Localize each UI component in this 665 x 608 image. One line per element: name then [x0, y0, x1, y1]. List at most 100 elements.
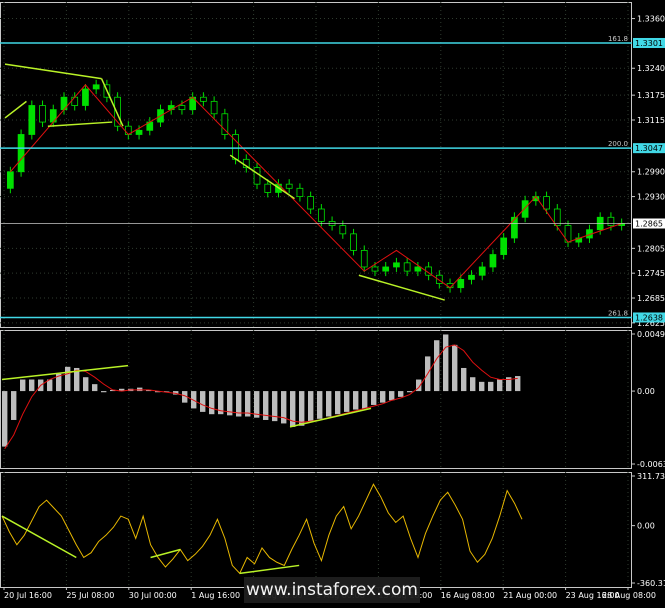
candle-body[interactable] [285, 183, 293, 189]
macd-histogram-bar [83, 377, 89, 392]
candle-body[interactable] [135, 129, 143, 135]
candle-body[interactable] [210, 100, 218, 115]
macd-tick-label: 0.00 [637, 387, 655, 396]
price-tick-label: 1.3360 [637, 15, 665, 24]
macd-histogram-bar [407, 391, 413, 393]
macd-tick-label: -0.00631 [637, 460, 665, 469]
macd-histogram-bar [20, 379, 26, 392]
macd-histogram-bar [65, 366, 71, 392]
price-tick-label: 1.2685 [637, 294, 665, 303]
fib-price-label: 1.3047 [635, 144, 663, 153]
candle-body[interactable] [360, 250, 368, 268]
macd-histogram-bar [380, 391, 386, 403]
candle-body[interactable] [468, 274, 475, 280]
fib-level-label: 200.0 [608, 140, 628, 148]
macd-histogram-bar [344, 391, 350, 412]
macd-histogram-bar [317, 391, 323, 419]
macd-histogram-bar [371, 391, 377, 405]
macd-histogram-bar [209, 391, 215, 415]
candle-body[interactable] [414, 266, 422, 272]
candle-body[interactable] [511, 216, 518, 239]
candle-body[interactable] [17, 134, 25, 173]
macd-histogram-bar [92, 384, 98, 392]
candle-body[interactable] [393, 262, 400, 268]
macd-histogram-bar [335, 391, 341, 415]
time-tick-label: 1 Aug 16:00 [191, 591, 240, 600]
macd-histogram-bar [326, 391, 332, 417]
current-price-label: 1.2865 [635, 219, 663, 228]
fib-level-label: 261.8 [608, 309, 628, 317]
candle-body[interactable] [500, 237, 508, 255]
candle-body[interactable] [521, 200, 529, 218]
candle-body[interactable] [253, 167, 261, 185]
candle-body[interactable] [92, 84, 100, 90]
price-tick-label: 1.3240 [637, 64, 665, 73]
macd-histogram-bar [308, 391, 314, 422]
candle-body[interactable] [403, 262, 411, 272]
fib-level-label: 161.8 [608, 35, 628, 43]
candle-body[interactable] [553, 208, 561, 226]
macd-histogram-bar [479, 381, 485, 392]
candle-body[interactable] [296, 187, 304, 197]
time-tick-label: 21 Aug 00:00 [503, 591, 557, 600]
osc-tick-label: -360.315 [637, 579, 665, 588]
candle-body[interactable] [478, 266, 486, 276]
price-tick-label: 1.3115 [637, 116, 665, 125]
candle-body[interactable] [264, 183, 272, 193]
osc-tick-label: 0.00 [637, 522, 655, 531]
candle-body[interactable] [178, 105, 186, 111]
candle-body[interactable] [371, 266, 379, 272]
candle-body[interactable] [382, 266, 390, 272]
macd-histogram-bar [497, 379, 503, 392]
candle-body[interactable] [543, 196, 550, 210]
time-tick-label: 16 Aug 08:00 [441, 591, 495, 600]
macd-histogram-bar [470, 377, 476, 392]
osc-tick-label: 311.7319 [637, 472, 665, 481]
macd-histogram-bar [11, 391, 17, 420]
macd-histogram-bar [101, 391, 107, 393]
macd-histogram-bar [137, 387, 143, 392]
watermark: www.instaforex.com [244, 577, 420, 603]
candle-body[interactable] [489, 254, 497, 268]
fib-price-label: 1.3301 [635, 39, 663, 48]
candle-body[interactable] [71, 96, 79, 106]
candle-body[interactable] [457, 278, 465, 289]
price-tick-label: 1.2745 [637, 269, 665, 278]
macd-histogram-bar [398, 391, 404, 397]
candle-body[interactable] [318, 208, 325, 222]
watermark-text: www.instaforex.com [246, 580, 418, 600]
time-tick-label: 30 Jul 00:00 [129, 591, 177, 600]
candle-body[interactable] [28, 105, 36, 135]
candle-body[interactable] [39, 105, 46, 123]
price-tick-label: 1.3175 [637, 91, 665, 100]
price-tick-label: 1.2805 [637, 244, 665, 253]
macd-histogram-bar [353, 391, 359, 410]
macd-histogram-bar [299, 391, 305, 426]
macd-histogram-bar [434, 340, 440, 392]
candle-body[interactable] [307, 196, 314, 210]
macd-histogram-bar [362, 391, 368, 409]
time-tick-label: 28 Aug 08:00 [602, 591, 656, 600]
macd-histogram-bar [29, 379, 35, 392]
price-tick-label: 1.2990 [637, 168, 665, 177]
candle-body[interactable] [607, 216, 615, 226]
time-tick-label: 25 Jul 08:00 [66, 591, 114, 600]
macd-histogram-bar [443, 334, 449, 392]
macd-histogram-bar [2, 391, 8, 447]
chart-canvas[interactable]: 161.8 200.0 261.8 1.3360 1.3240 1.3175 1.3115… [0, 0, 665, 604]
time-tick-label: 20 Jul 16:00 [4, 591, 52, 600]
macd-histogram-bar [461, 367, 467, 392]
macd-tick-label: 0.00494 [637, 330, 665, 339]
macd-histogram-bar [389, 391, 395, 401]
candle-body[interactable] [82, 88, 89, 106]
macd-histogram-bar [452, 344, 458, 392]
macd-histogram-bar [488, 381, 494, 392]
candle-body[interactable] [339, 225, 347, 235]
candle-body[interactable] [350, 233, 357, 251]
fib-price-label: 1.2638 [635, 313, 663, 322]
candle-body[interactable] [200, 96, 207, 102]
macd-histogram-bar [200, 391, 206, 412]
candle-body[interactable] [7, 171, 14, 189]
price-tick-label: 1.2930 [637, 193, 665, 202]
trading-chart-window[interactable]: 161.8 200.0 261.8 1.3360 1.3240 1.3175 1.3115… [0, 0, 665, 604]
